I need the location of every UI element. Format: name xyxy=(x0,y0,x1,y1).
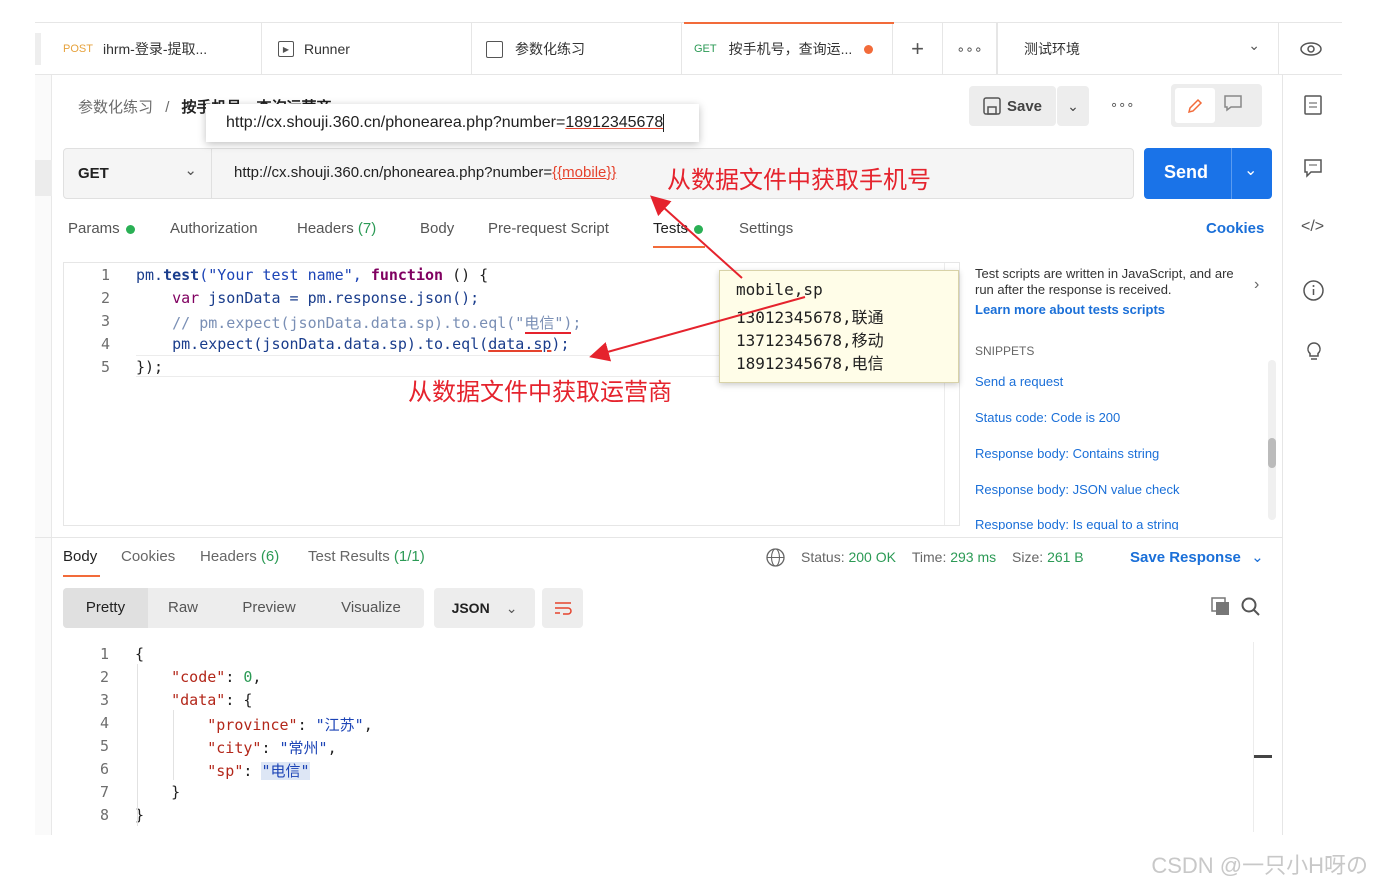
json-line: { xyxy=(135,645,145,663)
scroll-marker xyxy=(1254,755,1272,758)
watermark: CSDN @一只小H呀の xyxy=(1151,853,1368,878)
format-visualize[interactable]: Visualize xyxy=(325,588,417,628)
json-line: } xyxy=(171,783,181,801)
format-pretty[interactable]: Pretty xyxy=(63,588,148,628)
format-preview[interactable]: Preview xyxy=(225,588,313,628)
response-tab-test-results[interactable]: Test Results (1/1) xyxy=(308,548,425,565)
chevron-down-icon: ⌄ xyxy=(1251,549,1264,566)
format-raw[interactable]: Raw xyxy=(148,588,218,628)
json-line: "province": "江苏", xyxy=(207,716,373,734)
response-meta: Status: 200 OK Time: 293 ms Size: 261 B xyxy=(801,549,1084,565)
time-value: 293 ms xyxy=(950,549,997,565)
json-line: "code": 0, xyxy=(171,668,262,686)
json-line: "city": "常州", xyxy=(207,739,337,757)
response-tab-body[interactable]: Body xyxy=(63,548,97,565)
globe-icon[interactable] xyxy=(766,548,785,572)
json-line: "data": { xyxy=(171,691,253,709)
response-divider xyxy=(35,537,1282,538)
response-body-viewer[interactable]: 1 2 3 4 5 6 7 8 { "code": 0, "data": { "… xyxy=(63,642,1253,832)
response-tab-headers[interactable]: Headers (6) xyxy=(200,548,279,565)
json-line: "sp": "电信" xyxy=(207,762,310,780)
response-body-underline xyxy=(63,575,100,577)
format-type-select[interactable]: JSON ⌄ xyxy=(434,588,535,628)
response-scrollbar[interactable] xyxy=(1253,642,1254,832)
copy-icon[interactable] xyxy=(1211,597,1231,622)
wrap-lines-icon[interactable] xyxy=(542,588,583,628)
save-response-button[interactable]: Save Response ⌄ xyxy=(1130,548,1264,566)
format-bar: Pretty Raw Preview Visualize xyxy=(63,588,424,628)
response-tab-cookies[interactable]: Cookies xyxy=(121,548,175,565)
status-value: 200 OK xyxy=(848,549,896,565)
search-icon[interactable] xyxy=(1241,597,1261,622)
size-value: 261 B xyxy=(1047,549,1084,565)
